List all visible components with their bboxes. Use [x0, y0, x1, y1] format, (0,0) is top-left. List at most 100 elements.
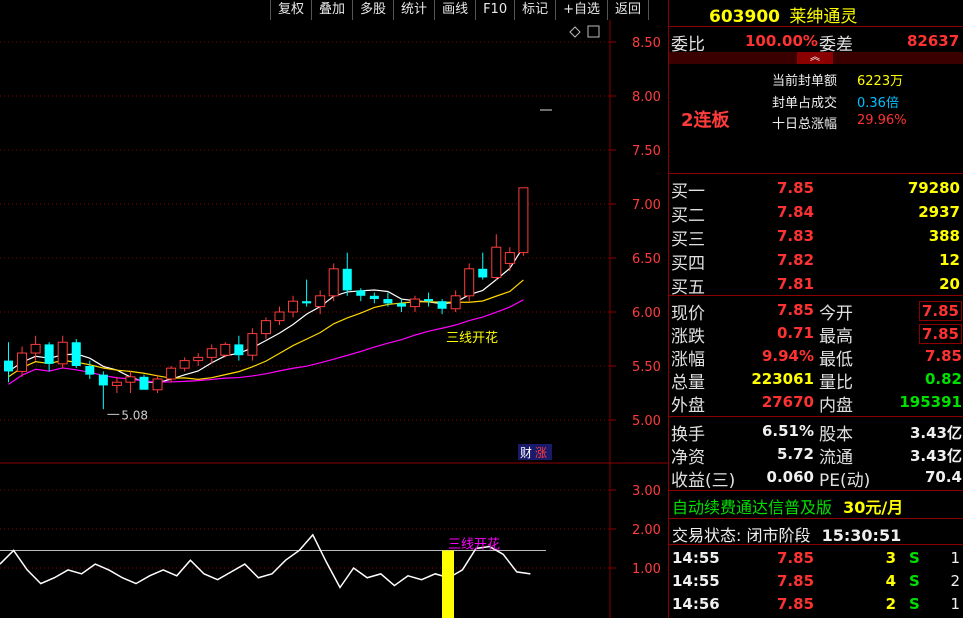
- candle: [193, 353, 204, 366]
- candle-body: [111, 381, 122, 386]
- seal-amount-value: 6223万: [857, 74, 904, 89]
- candle: [111, 376, 122, 393]
- candle-body: [356, 290, 366, 296]
- quote-value: 9.94%: [761, 347, 814, 365]
- annotation-label: 三线开花: [446, 330, 498, 346]
- candle: [342, 252, 352, 296]
- price-tick-label: 5.00: [632, 414, 661, 429]
- candle: [98, 371, 108, 410]
- candle: [328, 263, 339, 302]
- candle: [478, 252, 488, 280]
- toolbar-button-2[interactable]: 多股: [352, 0, 393, 20]
- candle-body: [17, 352, 28, 372]
- toolbar-button-4[interactable]: 画线: [434, 0, 475, 20]
- candle-body: [166, 367, 177, 380]
- toolbar-button-7[interactable]: +自选: [555, 0, 607, 20]
- stock-name: 莱绅通灵: [789, 7, 858, 27]
- toolbar-button-6[interactable]: 标记: [514, 0, 555, 20]
- toolbar-button-0[interactable]: 复权: [270, 0, 311, 20]
- candle-body: [288, 300, 299, 313]
- price-tick-label: 6.50: [632, 252, 661, 267]
- candle: [139, 374, 149, 390]
- finance-badge: 财: [520, 446, 532, 460]
- bid-label: 买四: [671, 254, 705, 274]
- low-marker-label: 5.08: [121, 408, 148, 422]
- candle-body: [328, 268, 339, 297]
- bid-volume: 12: [939, 251, 960, 269]
- quote-label: 今开: [819, 304, 853, 324]
- candle-body: [125, 376, 136, 383]
- toolbar-button-8[interactable]: 返回: [607, 0, 650, 20]
- candle-body: [260, 320, 271, 335]
- toolbar-button-1[interactable]: 叠加: [311, 0, 352, 20]
- bid-price: 7.81: [777, 275, 815, 293]
- candle: [315, 290, 326, 315]
- ad-banner[interactable]: 自动续费通达信普及版 30元/月: [672, 494, 903, 518]
- candle-body: [410, 298, 420, 308]
- tick-side: S: [909, 572, 920, 590]
- price-tick-label: 7.50: [632, 144, 661, 159]
- candle: [260, 317, 271, 339]
- candle-body: [4, 360, 13, 372]
- bid-volume: 388: [928, 227, 960, 245]
- quote-label: 外盘: [671, 396, 705, 416]
- candle-body: [98, 374, 108, 386]
- candle: [247, 328, 258, 361]
- seal-ratio-label: 封单占成交: [772, 96, 838, 111]
- limit-streak: 2连板: [681, 110, 730, 131]
- quote-value: 0.82: [924, 370, 962, 388]
- quote-label: 最低: [819, 350, 853, 370]
- bid-label: 买三: [671, 230, 705, 250]
- bid-price: 7.83: [777, 227, 815, 245]
- ad-text: 自动续费通达信普及版: [672, 498, 833, 517]
- toolbar-button-3[interactable]: 统计: [393, 0, 434, 20]
- weicha-value: 82637: [907, 32, 960, 50]
- indicator-tick-label: 2.00: [632, 523, 661, 538]
- indicator-tick-label: 1.00: [632, 562, 661, 577]
- collapse-bar[interactable]: ︽: [669, 52, 963, 64]
- indicator-signal-bar: [442, 550, 454, 618]
- fund-value: 3.43亿: [909, 447, 962, 465]
- candle: [179, 357, 190, 372]
- bid-label: 买二: [671, 206, 705, 226]
- toolbar-button-5[interactable]: F10: [475, 0, 514, 20]
- quote-label: 现价: [671, 304, 705, 324]
- tick-count: 1: [950, 549, 960, 567]
- candle: [234, 335, 244, 361]
- candle: [57, 335, 68, 369]
- tick-volume: 3: [885, 549, 896, 567]
- candle-body: [44, 344, 54, 364]
- trade-status: 交易状态: 闭市阶段 15:30:51: [672, 522, 901, 546]
- kline-chart[interactable]: 3.00 2.00 1.00 三线开花 8.50 8.00 7.50 7.00 6.50 6.0…: [0, 20, 668, 618]
- price-tick-label: 5.50: [632, 360, 661, 375]
- fund-label: PE(动): [819, 471, 871, 491]
- quote-value: 223061: [751, 370, 814, 388]
- candle-body: [369, 295, 379, 300]
- candle-body: [518, 187, 529, 254]
- candle-body: [491, 246, 502, 278]
- candle-body: [193, 356, 204, 362]
- quote-value: 7.85: [776, 301, 814, 319]
- tick-price: 7.85: [777, 572, 815, 590]
- bid-label: 买一: [671, 182, 705, 202]
- candle: [302, 279, 312, 307]
- candle: [288, 295, 299, 318]
- tick-volume: 4: [885, 572, 896, 590]
- candle-body: [139, 376, 149, 390]
- chevron-up-icon[interactable]: ︽: [797, 52, 833, 64]
- candle: [518, 187, 529, 256]
- candle-body: [504, 252, 515, 264]
- quote-label: 内盘: [819, 396, 853, 416]
- quote-label: 最高: [819, 327, 853, 347]
- candle-body: [206, 348, 217, 358]
- tick-volume: 2: [885, 595, 896, 613]
- quote-value: 7.85: [924, 347, 962, 365]
- fund-label: 换手: [671, 425, 705, 445]
- candle-body: [274, 311, 285, 322]
- quote-label: 涨幅: [671, 350, 705, 370]
- fund-label: 收益(三): [671, 471, 736, 491]
- tick-side: S: [909, 549, 920, 567]
- candle: [274, 306, 285, 325]
- tick-side: S: [909, 595, 920, 613]
- stock-code: 603900: [709, 7, 780, 27]
